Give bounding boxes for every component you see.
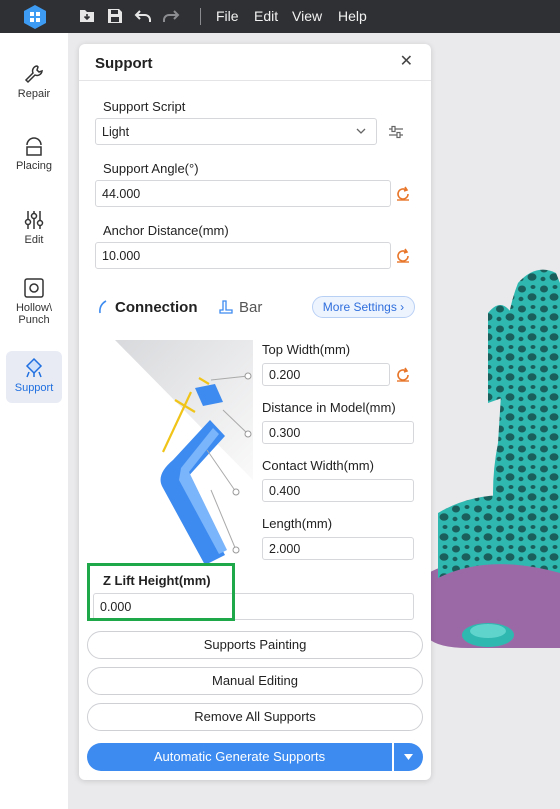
anchor-distance-input[interactable]: 10.000 [95, 242, 391, 269]
top-width-input[interactable]: 0.200 [262, 363, 390, 386]
support-script-select[interactable]: Light [95, 118, 377, 145]
support-script-label: Support Script [103, 99, 186, 114]
reset-icon[interactable] [395, 248, 411, 264]
tab-connection[interactable]: Connection [97, 299, 198, 316]
support-icon [25, 357, 43, 378]
caret-down-icon [404, 754, 413, 760]
anchor-distance-label: Anchor Distance(mm) [103, 223, 229, 238]
sidebar-item-repair[interactable]: Repair [6, 63, 62, 103]
anchor-distance-value: 10.000 [102, 249, 141, 263]
sidebar-item-label: Placing [15, 160, 53, 172]
placing-icon [26, 137, 42, 156]
support-diagram [115, 340, 253, 565]
top-width-value: 0.200 [269, 368, 301, 382]
toolbar-divider [200, 8, 201, 25]
distance-in-model-value: 0.300 [269, 426, 301, 440]
z-lift-height-value: 0.000 [100, 600, 132, 614]
auto-generate-dropdown[interactable] [394, 743, 423, 771]
tab-bar-label: Bar [239, 299, 263, 316]
app-logo-icon [24, 5, 46, 29]
distance-in-model-input[interactable]: 0.300 [262, 421, 414, 444]
remove-all-supports-button[interactable]: Remove All Supports [87, 703, 423, 731]
length-label: Length(mm) [262, 516, 333, 531]
support-script-value: Light [102, 125, 130, 139]
more-settings-button[interactable]: More Settings › [312, 296, 415, 318]
z-lift-height-input[interactable]: 0.000 [93, 593, 414, 620]
tab-bar[interactable]: Bar [219, 299, 262, 316]
panel-title: Support [95, 55, 153, 72]
menu-help[interactable]: Help [338, 8, 367, 24]
bar-icon [219, 300, 233, 314]
wrench-icon [24, 65, 43, 84]
auto-generate-supports-button[interactable]: Automatic Generate Supports [87, 743, 392, 771]
sliders-icon [24, 211, 44, 229]
manual-editing-button[interactable]: Manual Editing [87, 667, 423, 695]
reset-icon[interactable] [395, 367, 411, 383]
distance-in-model-label: Distance in Model(mm) [262, 400, 396, 415]
contact-width-input[interactable]: 0.400 [262, 479, 414, 502]
contact-width-label: Contact Width(mm) [262, 458, 374, 473]
sidebar-item-label: Repair [17, 88, 51, 100]
hollow-icon [24, 278, 44, 298]
length-input[interactable]: 2.000 [262, 537, 414, 560]
sidebar-item-placing[interactable]: Placing [6, 135, 62, 177]
z-lift-height-label: Z Lift Height(mm) [103, 573, 211, 588]
contact-width-value: 0.400 [269, 484, 301, 498]
sidebar-item-edit[interactable]: Edit [6, 209, 62, 251]
sidebar-item-support[interactable]: Support [6, 351, 62, 403]
support-angle-value: 44.000 [102, 187, 141, 201]
reset-icon[interactable] [395, 186, 411, 202]
chevron-down-icon [356, 128, 366, 134]
sidebar-item-label: Support [14, 382, 54, 394]
redo-icon[interactable] [162, 7, 180, 25]
script-settings-icon[interactable] [388, 124, 404, 140]
sidebar-item-label: Hollow\ [15, 302, 53, 314]
menu-edit[interactable]: Edit [254, 8, 278, 24]
supports-painting-button[interactable]: Supports Painting [87, 631, 423, 659]
panel-header: Support ✕ [79, 44, 431, 81]
sidebar-item-label: Edit [24, 234, 44, 246]
tab-connection-label: Connection [115, 299, 198, 316]
support-angle-label: Support Angle(°) [103, 161, 199, 176]
support-panel: Support ✕ Support Script Light Support A… [79, 44, 431, 780]
sidebar-item-hollow-punch[interactable]: Hollow\ Punch [6, 277, 62, 333]
connection-icon [99, 300, 107, 314]
length-value: 2.000 [269, 542, 301, 556]
left-sidebar: Repair Placing Edit Hollow\ Punch Suppor… [0, 33, 68, 809]
close-icon[interactable]: ✕ [400, 54, 413, 70]
top-bar: File Edit View Help [0, 0, 560, 33]
hand-model[interactable] [428, 243, 560, 703]
import-icon[interactable] [78, 7, 96, 25]
support-angle-input[interactable]: 44.000 [95, 180, 391, 207]
sidebar-item-label-line2: Punch [18, 314, 50, 326]
save-icon[interactable] [106, 7, 124, 25]
top-width-label: Top Width(mm) [262, 342, 351, 357]
more-settings-label: More Settings [322, 300, 397, 314]
menu-file[interactable]: File [216, 8, 239, 24]
menu-view[interactable]: View [292, 8, 322, 24]
undo-icon[interactable] [134, 7, 152, 25]
